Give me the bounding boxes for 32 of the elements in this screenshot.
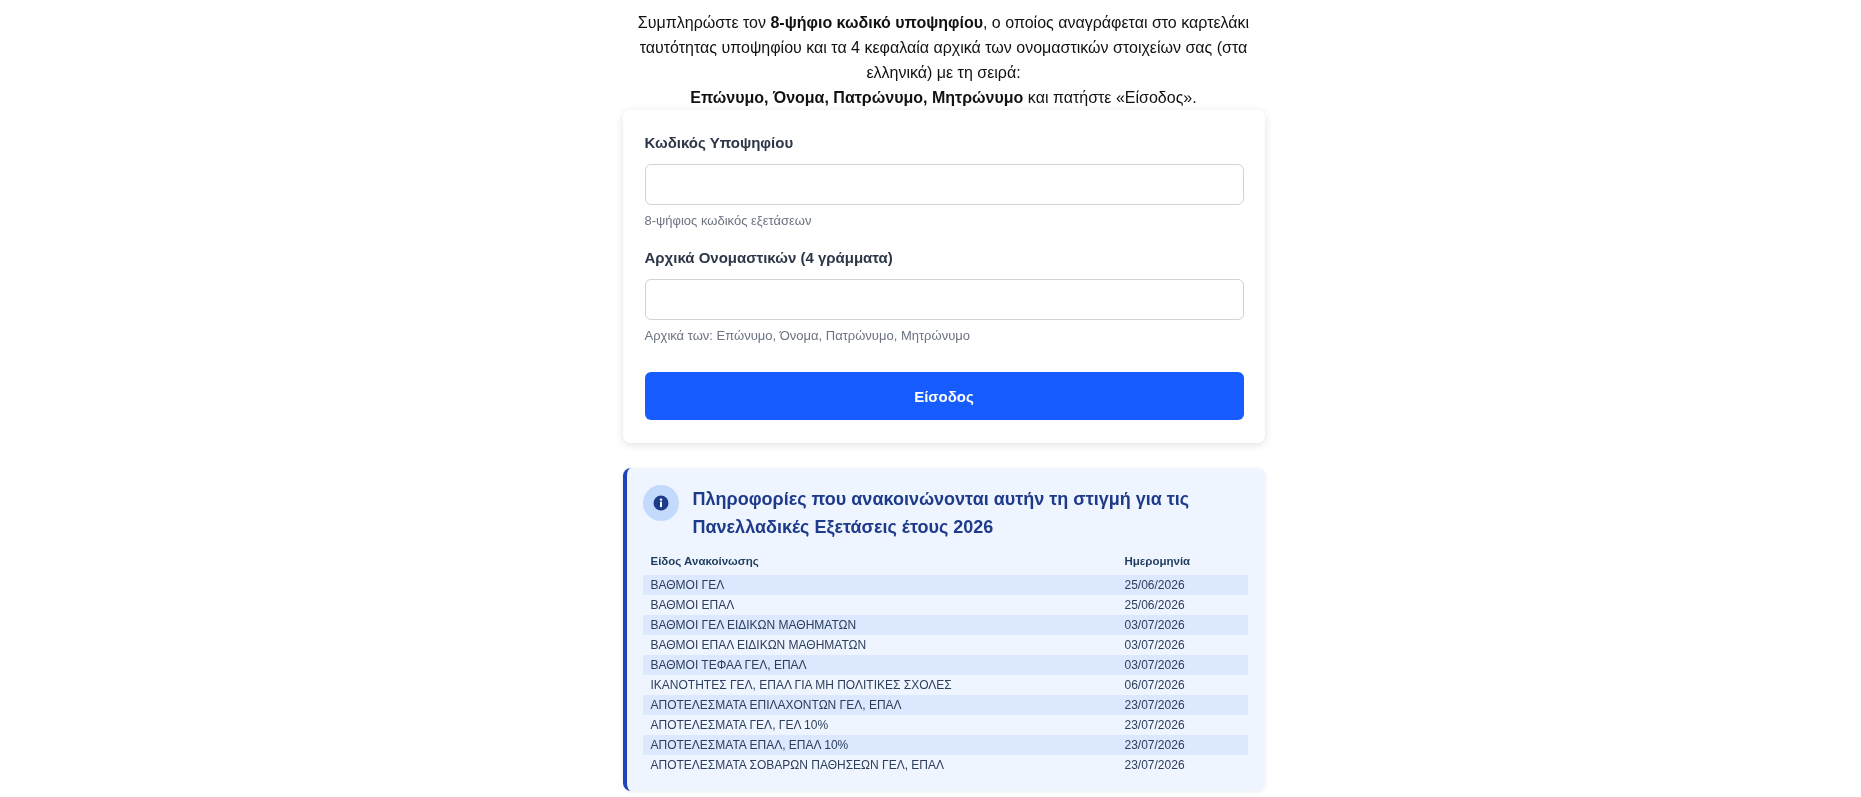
table-cell: ΑΠΟΤΕΛΕΣΜΑΤΑ ΓΕΛ, ΓΕΛ 10% bbox=[650, 718, 829, 732]
table-cell: ΑΠΟΤΕΛΕΣΜΑΤΑ ΕΠΑΛ, ΕΠΑΛ 10% bbox=[650, 738, 849, 752]
table-cell: 23/07/2026 bbox=[1124, 758, 1185, 772]
table-cell: ΒΑΘΜΟΙ ΤΕΦΑΑ ΓΕΛ, ΕΠΑΛ bbox=[650, 658, 807, 672]
column-header: Ημερομηνία bbox=[1124, 555, 1191, 567]
table-cell: ΒΑΘΜΟΙ ΕΠΑΛ bbox=[650, 598, 735, 612]
table-cell: 03/07/2026 bbox=[1124, 618, 1185, 632]
input-field[interactable] bbox=[644, 164, 1244, 205]
table-cell: ΒΑΘΜΟΙ ΓΕΛ ΕΙΔΙΚΩΝ ΜΑΘΗΜΑΤΩΝ bbox=[650, 618, 857, 632]
panel-title: Πληροφορίες που ανακοινώνονται αυτήν τη στιγμή για τις Πανελλαδικές Εξετάσεις έτους 2026 bbox=[692, 488, 1191, 539]
field-hint: Αρχικά των: Επώνυμο, Όνομα, Πατρώνυμο, Μητρώνυμο bbox=[644, 328, 970, 343]
table-cell: 23/07/2026 bbox=[1124, 718, 1185, 732]
table-cell: 25/06/2026 bbox=[1124, 598, 1185, 612]
column-header: Είδος Ανακοίνωσης bbox=[650, 555, 759, 567]
table-cell: ΑΠΟΤΕΛΕΣΜΑΤΑ ΕΠΙΛΑΧΟΝΤΩΝ ΓΕΛ, ΕΠΑΛ bbox=[650, 698, 902, 712]
table-cell: 23/07/2026 bbox=[1124, 738, 1185, 752]
table-cell: ΑΠΟΤΕΛΕΣΜΑΤΑ ΣΟΒΑΡΩΝ ΠΑΘΗΣΕΩΝ ΓΕΛ, ΕΠΑΛ bbox=[650, 758, 945, 772]
table-cell: 23/07/2026 bbox=[1124, 698, 1185, 712]
field-label: Αρχικά Ονομαστικών (4 γράμματα) bbox=[644, 249, 893, 266]
table-cell: 03/07/2026 bbox=[1124, 638, 1185, 652]
field-label: Κωδικός Υποψηφίου bbox=[644, 134, 794, 151]
table-cell: 03/07/2026 bbox=[1124, 658, 1185, 672]
instructions-text: Συμπληρώστε τον 8-ψήφιο κωδικό υποψηφίου, ο οποίος αναγράφεται στο καρτελάκι ταυτότητας υποψηφίου και τα 4 κεφαλαία αρχικά των ονομαστικών στοιχείων σας (στα ελληνικά) με τη σειρά: Επώνυμο, Όνομα, Πατρώνυμο, Μητρώνυμο και πατήστε «Είσοδος». bbox=[636, 13, 1251, 108]
info-icon bbox=[642, 485, 679, 521]
input-field[interactable] bbox=[644, 279, 1244, 320]
field-hint: 8-ψήφιος κωδικός εξετάσεων bbox=[644, 213, 812, 228]
table-cell: ΒΑΘΜΟΙ ΓΕΛ bbox=[650, 578, 725, 592]
submit-button[interactable]: Είσοδος bbox=[644, 372, 1244, 420]
table-cell: ΒΑΘΜΟΙ ΕΠΑΛ ΕΙΔΙΚΩΝ ΜΑΘΗΜΑΤΩΝ bbox=[650, 638, 867, 652]
table-cell: 06/07/2026 bbox=[1124, 678, 1185, 692]
table-cell: ΙΚΑΝΟΤΗΤΕΣ ΓΕΛ, ΕΠΑΛ ΓΙΑ ΜΗ ΠΟΛΙΤΙΚΕΣ ΣΧΟΛΕΣ bbox=[650, 678, 952, 692]
table-cell: 25/06/2026 bbox=[1124, 578, 1185, 592]
